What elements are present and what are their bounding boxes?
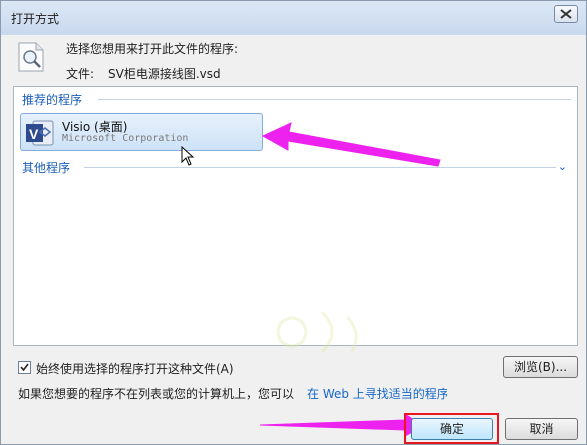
magnifier-file-icon [18, 42, 44, 72]
prompt-text: 选择您想用来打开此文件的程序: [66, 42, 239, 56]
browse-button[interactable]: 浏览(B)... [503, 356, 578, 378]
file-label: 文件: [66, 67, 95, 81]
program-item-visio[interactable]: V Visio (桌面) Microsoft Corporation [20, 113, 263, 151]
group-other-label: 其他程序 [22, 161, 71, 175]
visio-icon: V [26, 120, 54, 146]
group-other[interactable]: 其他程序 ⌄ [18, 159, 573, 175]
program-company: Microsoft Corporation [62, 133, 189, 144]
group-recommended: 推荐的程序 [18, 91, 573, 107]
title-bar: 打开方式 [1, 1, 586, 35]
web-search-link[interactable]: 在 Web 上寻找适当的程序 [307, 385, 447, 402]
svg-text:V: V [29, 126, 39, 142]
file-name: SV柜电源接线图.vsd [108, 67, 221, 81]
group-recommended-label: 推荐的程序 [22, 93, 83, 107]
divider [84, 167, 556, 168]
divider [98, 99, 571, 100]
checkmark-icon [20, 363, 29, 372]
program-list[interactable]: 推荐的程序 V Visio (桌面) Microsoft Corporation… [13, 86, 578, 354]
chevron-down-icon[interactable]: ⌄ [558, 160, 567, 173]
close-button[interactable] [554, 5, 578, 23]
close-icon [560, 9, 572, 19]
ok-button[interactable]: 确定 [411, 418, 493, 440]
watermark-logo [276, 310, 358, 354]
always-use-label[interactable]: 始终使用选择的程序打开这种文件(A) [36, 360, 234, 377]
hint-text: 如果您想要的程序不在列表或您的计算机上，您可以 [18, 387, 295, 401]
cancel-button[interactable]: 取消 [505, 418, 578, 440]
always-use-checkbox[interactable] [18, 361, 31, 374]
dialog-title: 打开方式 [11, 12, 60, 26]
